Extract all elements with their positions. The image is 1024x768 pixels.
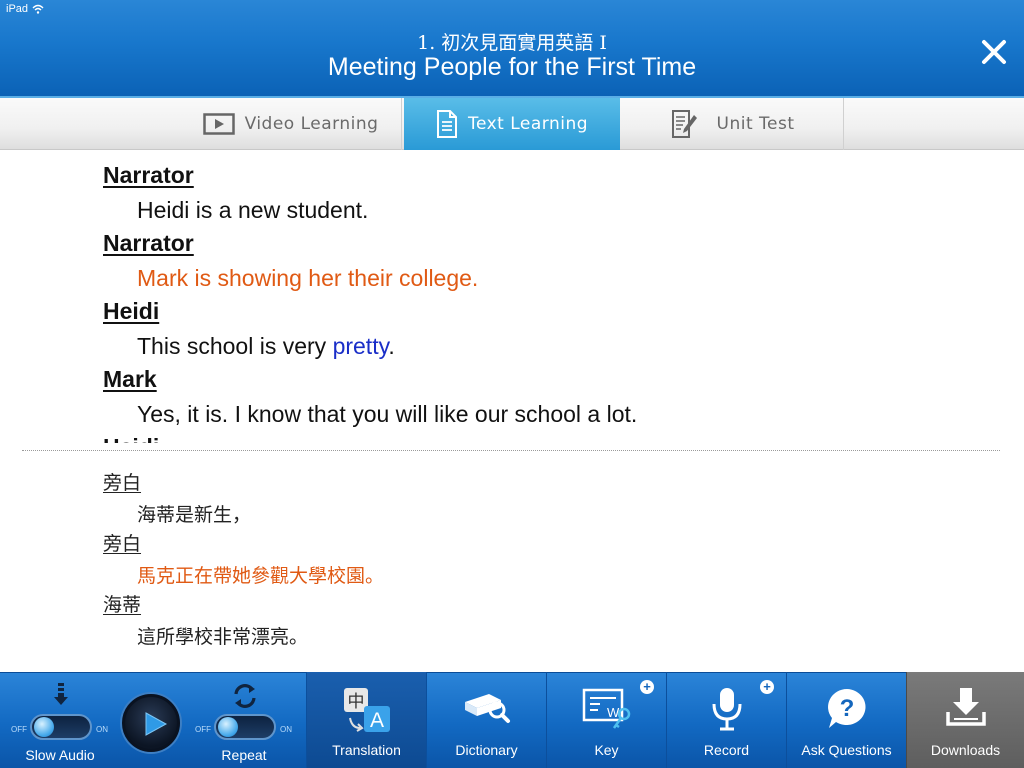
- downloads-button[interactable]: Downloads: [906, 672, 1024, 768]
- slow-audio-label: Slow Audio: [25, 747, 95, 763]
- tab-video-learning[interactable]: Video Learning: [180, 98, 402, 150]
- play-icon: [145, 712, 168, 736]
- ask-questions-label: Ask Questions: [801, 742, 892, 758]
- svg-text:中: 中: [347, 692, 364, 712]
- toggle-knob: [34, 717, 54, 737]
- wifi-icon: [32, 4, 44, 14]
- key-vocabulary-button[interactable]: + W Key: [546, 672, 666, 768]
- dictionary-icon: [464, 694, 510, 723]
- close-icon: [982, 40, 1006, 64]
- video-play-icon: [202, 113, 235, 135]
- question-bubble-icon: ?: [827, 689, 865, 728]
- downloads-label: Downloads: [930, 742, 1001, 758]
- dialogue-line[interactable]: Yes, it is. I know that you will like ou…: [137, 401, 637, 428]
- translation-button[interactable]: 中 A Translation: [306, 672, 426, 768]
- tab-video-learning-label: Video Learning: [244, 114, 379, 134]
- repeat-label: Repeat: [221, 747, 267, 763]
- repeat-control: OFF ON Repeat: [184, 673, 304, 768]
- dialogue-line[interactable]: Heidi is a new student.: [137, 197, 368, 224]
- tab-unit-test[interactable]: Unit Test: [622, 98, 844, 150]
- speaker-name: Mark: [103, 366, 157, 392]
- test-pencil-icon: [671, 110, 697, 138]
- speaker-name: Narrator: [103, 230, 194, 256]
- translation-line-current: 馬克正在帶她參觀大學校園。: [137, 565, 385, 587]
- speaker-name: Heidi: [103, 298, 160, 324]
- key-label: Key: [594, 742, 619, 758]
- repeat-icon: [234, 684, 256, 708]
- microphone-icon: [712, 688, 741, 731]
- chinese-translation-pane[interactable]: 旁白 海蒂是新生， 旁白 馬克正在帶她參觀大學校園。 海蒂 這所學校非常漂亮。 …: [0, 458, 1024, 654]
- record-button[interactable]: + Record: [666, 672, 786, 768]
- tab-text-learning-label: Text Learning: [467, 114, 589, 134]
- dictionary-label: Dictionary: [455, 742, 518, 758]
- pane-divider: [22, 450, 1000, 451]
- english-script-pane[interactable]: Narrator Heidi is a new student. Narrato…: [0, 151, 1024, 443]
- download-tray-icon: [945, 688, 986, 726]
- svg-text:?: ?: [839, 695, 854, 722]
- lesson-title: Meeting People for the First Time: [327, 53, 697, 81]
- dialogue-text: This school is very: [137, 333, 333, 359]
- repeat-on-label: ON: [280, 725, 292, 734]
- lesson-number-title: 1. 初次見面實用英語 I: [417, 32, 607, 54]
- svg-text:A: A: [369, 709, 383, 732]
- slow-audio-off-label: OFF: [11, 725, 27, 734]
- translation-line: 海蒂是新生，: [137, 504, 252, 526]
- document-icon: [436, 110, 457, 138]
- vocab-word-link[interactable]: pretty: [333, 333, 389, 359]
- speaker-name: 旁白: [103, 472, 142, 494]
- speaker-name: 馬克: [103, 650, 141, 654]
- dialogue-line[interactable]: This school is very pretty.: [137, 333, 395, 360]
- speaker-name: Heidi: [103, 434, 159, 443]
- translation-line: 這所學校非常漂亮。: [137, 626, 309, 648]
- header-bar: iPad 1. 初次見面實用英語 I Meeting People for th…: [0, 0, 1024, 96]
- toggle-knob: [218, 717, 238, 737]
- repeat-off-label: OFF: [195, 725, 211, 734]
- speaker-name: Narrator: [103, 162, 194, 188]
- key-vocabulary-icon: W: [582, 688, 630, 729]
- status-bar: iPad: [6, 3, 44, 15]
- learning-mode-tabs: Video Learning Text Learning Unit Test: [0, 96, 1024, 150]
- device-name: iPad: [6, 3, 29, 15]
- close-button[interactable]: [978, 36, 1010, 68]
- dialogue-line-current[interactable]: Mark is showing her their college.: [137, 265, 478, 292]
- tab-text-learning[interactable]: Text Learning: [404, 98, 620, 150]
- slow-audio-on-label: ON: [96, 725, 108, 734]
- slow-audio-toggle[interactable]: [30, 714, 92, 740]
- repeat-toggle[interactable]: [214, 714, 276, 740]
- translation-label: Translation: [332, 742, 401, 758]
- speaker-name: 旁白: [103, 533, 142, 555]
- translation-icon: 中 A: [343, 688, 390, 732]
- dictionary-button[interactable]: Dictionary: [426, 672, 546, 768]
- speaker-name: 海蒂: [103, 594, 142, 616]
- ask-questions-button[interactable]: ? Ask Questions: [786, 672, 906, 768]
- play-audio-button[interactable]: [122, 694, 180, 752]
- record-label: Record: [703, 742, 750, 758]
- slow-audio-control: OFF ON Slow Audio: [0, 673, 120, 768]
- tab-unit-test-label: Unit Test: [716, 114, 795, 134]
- slow-down-arrow-icon: [54, 683, 68, 705]
- dialogue-text: .: [388, 333, 395, 359]
